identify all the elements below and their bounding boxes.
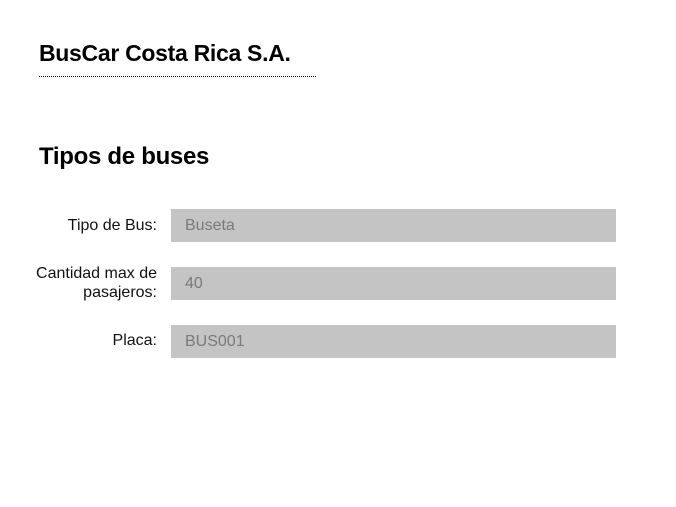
section-title: Tipos de buses [39, 143, 210, 170]
cantidad-max-input[interactable] [171, 267, 616, 300]
placa-input[interactable] [171, 325, 616, 358]
cantidad-max-label-line1: Cantidad max de [36, 265, 157, 282]
placa-label: Placa: [112, 332, 157, 349]
cantidad-max-label: Cantidad max de pasajeros: [36, 264, 157, 302]
company-title: BusCar Costa Rica S.A. [39, 40, 291, 66]
tipo-bus-input[interactable] [171, 209, 616, 242]
cantidad-max-label-line2: pasajeros: [83, 284, 157, 301]
tipo-bus-label: Tipo de Bus: [67, 217, 157, 234]
company-title-underline [39, 76, 316, 77]
